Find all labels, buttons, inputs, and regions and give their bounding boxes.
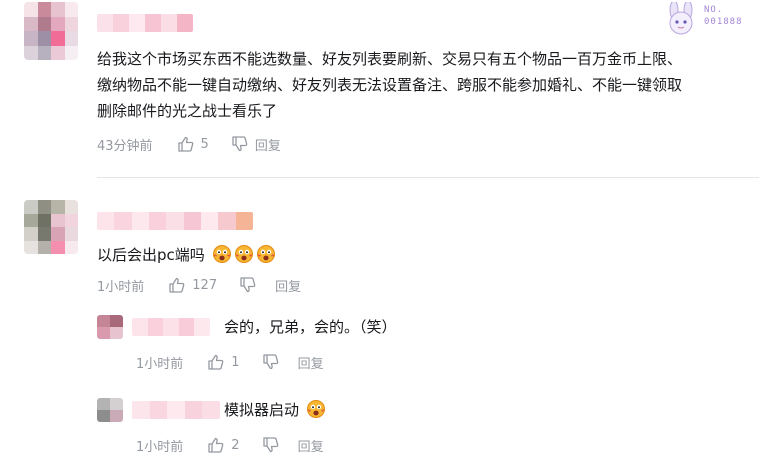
like-button[interactable]: 2 — [207, 436, 240, 454]
thumb-up-icon — [177, 136, 193, 152]
scared-face-emoji-icon — [306, 400, 325, 418]
reply-avatar[interactable] — [97, 398, 123, 422]
badge-number: NO. 001888 — [704, 5, 743, 27]
comment-text: 以后会出pc端吗 — [97, 242, 276, 268]
thumb-down-icon — [240, 277, 256, 293]
like-button[interactable]: 1 — [207, 353, 240, 371]
like-count: 1 — [231, 354, 240, 370]
reply-button[interactable]: 回复 — [298, 353, 324, 372]
timestamp: 1小时前 — [97, 279, 145, 295]
mascot-icon — [669, 2, 693, 35]
comment-text: 给我这个市场买东西不能选数量、好友列表要刷新、交易只有五个物品一百万金币上限、 … — [97, 50, 683, 120]
thumb-down-icon — [262, 437, 278, 453]
thumb-up-icon — [208, 354, 224, 370]
comment-meta: 1小时前 127 回复 — [97, 275, 301, 295]
thumb-up-icon — [169, 277, 185, 293]
reply-text: 会的，兄弟，会的。（笑） — [224, 318, 397, 336]
scared-face-emoji-icon — [256, 245, 275, 263]
avatar[interactable] — [24, 200, 78, 254]
reply-meta: 1小时前 1 回复 — [136, 352, 324, 372]
like-button[interactable]: 5 — [177, 135, 209, 153]
username[interactable] — [97, 14, 193, 32]
reply-username[interactable] — [132, 318, 210, 336]
thumb-down-icon — [262, 354, 278, 370]
reply-button[interactable]: 回复 — [275, 276, 301, 295]
username[interactable] — [97, 212, 253, 230]
divider — [97, 177, 759, 178]
like-count: 127 — [192, 277, 218, 293]
thumb-down-icon — [232, 136, 248, 152]
thumb-up-icon — [208, 437, 224, 453]
like-button[interactable]: 127 — [168, 276, 217, 294]
dislike-button[interactable] — [262, 436, 280, 454]
dislike-button[interactable] — [262, 353, 280, 371]
like-count: 2 — [231, 437, 240, 453]
timestamp: 1小时前 — [136, 356, 184, 372]
dislike-button[interactable] — [231, 135, 249, 153]
comment-meta: 43分钟前 5 回复 — [97, 134, 281, 154]
scared-face-emoji-icon — [212, 245, 231, 263]
like-count: 5 — [200, 136, 209, 152]
reply-button[interactable]: 回复 — [255, 135, 281, 154]
timestamp: 1小时前 — [136, 439, 184, 455]
scared-face-emoji-icon — [234, 245, 253, 263]
reply-meta: 1小时前 2 回复 — [136, 435, 324, 455]
dislike-button[interactable] — [239, 276, 257, 294]
reply-text: 模拟器启动 — [224, 397, 326, 423]
reply-avatar[interactable] — [97, 315, 123, 339]
fan-badge: NO. 001888 — [662, 2, 762, 36]
timestamp: 43分钟前 — [97, 138, 153, 154]
avatar[interactable] — [24, 2, 78, 60]
reply-button[interactable]: 回复 — [298, 436, 324, 455]
reply-username[interactable] — [132, 401, 220, 419]
